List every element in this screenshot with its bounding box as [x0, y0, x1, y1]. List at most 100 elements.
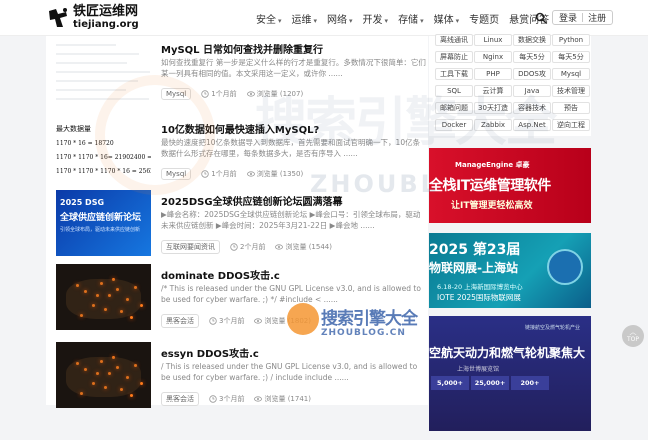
- clock-icon: [201, 170, 211, 178]
- tag-link[interactable]: Asp.Net: [513, 119, 551, 131]
- search-icon[interactable]: [535, 12, 547, 24]
- post-tag[interactable]: 黑客会活: [161, 392, 199, 406]
- tag-link[interactable]: 工具下载: [435, 68, 473, 80]
- nav-label: 网络: [327, 15, 348, 26]
- ad-title: 2025 第23届: [429, 242, 521, 258]
- tag-link[interactable]: Java: [513, 85, 551, 97]
- clock-icon: [201, 90, 211, 98]
- nav-item-2[interactable]: 网络 ▾: [327, 11, 353, 26]
- post-title[interactable]: MySQL 日常如何查找并删除重复行: [161, 41, 323, 56]
- nav-item-3[interactable]: 开发 ▾: [363, 11, 389, 26]
- tag-link[interactable]: 云计算: [474, 85, 512, 97]
- tag-link[interactable]: 数据交换: [513, 34, 551, 46]
- login-link[interactable]: 登录: [559, 11, 577, 24]
- main-nav: 安全 ▾ 运维 ▾ 网络 ▾ 开发 ▾ 存储 ▾ 媒体 ▾ 专题页 悬赏问答: [256, 11, 559, 26]
- banner-year: 2025 DSG: [60, 198, 105, 207]
- post-views: 浏览量 (1802): [254, 316, 311, 326]
- post-tag[interactable]: Mysql: [161, 88, 192, 100]
- ad-venue: 上海世博展览馆: [457, 366, 500, 373]
- back-to-top-button[interactable]: ︿ TOP: [622, 325, 644, 347]
- ad-subtitle: 让IT管理更轻松高效: [451, 201, 533, 211]
- ad-stats: 5,000+ 25,000+ 200+: [431, 376, 551, 390]
- tag-link[interactable]: Linux: [474, 34, 512, 46]
- math-heading: 最大数据量: [56, 125, 91, 133]
- nav-item-6[interactable]: 专题页: [469, 11, 499, 26]
- nav-item-1[interactable]: 运维 ▾: [292, 11, 318, 26]
- math-line: 1170 * 1170 * 16= 21902400 =: [56, 154, 151, 161]
- post-item[interactable]: essyn DDOS攻击.c / This is released under t…: [56, 340, 428, 440]
- post-time: 2个月前: [230, 242, 265, 252]
- tag-link[interactable]: 邮箱问题: [435, 102, 473, 114]
- nav-label: 开发: [362, 15, 383, 26]
- post-tag[interactable]: 互联网要闻资讯: [161, 240, 220, 254]
- post-meta: Mysql 1个月前 浏览量 (1207): [161, 88, 313, 100]
- post-time-text: 1个月前: [211, 90, 237, 98]
- register-link[interactable]: 注册: [588, 11, 606, 24]
- tag-link[interactable]: 容器技术: [513, 102, 551, 114]
- post-views-text: 浏览量 (1802): [264, 317, 311, 325]
- post-title[interactable]: essyn DDOS攻击.c: [161, 345, 259, 360]
- nav-item-5[interactable]: 媒体 ▾: [434, 11, 460, 26]
- post-thumbnail[interactable]: [56, 342, 151, 408]
- tag-link[interactable]: 技术管理: [552, 85, 590, 97]
- ad-date: 6.18-20 上海新国际博览中心: [437, 283, 523, 291]
- tag-link[interactable]: DDOS攻: [513, 68, 551, 80]
- tag-link[interactable]: 每天5分: [513, 51, 551, 63]
- post-title[interactable]: 2025DSG全球供应链创新论坛圆满落幕: [161, 193, 343, 208]
- ad-aerospace[interactable]: 链接航空及燃气轮机产业 空航天动力和燃气轮机聚焦大 上海世博展览馆 5,000+…: [429, 316, 591, 431]
- post-tag[interactable]: Mysql: [161, 168, 192, 180]
- auth-separator: |: [581, 12, 585, 23]
- tag-link[interactable]: 离线通讯: [435, 34, 473, 46]
- chevron-down-icon: ▾: [420, 17, 424, 25]
- post-time: 1个月前: [201, 169, 237, 179]
- post-time-text: 2个月前: [240, 243, 266, 251]
- tag-link[interactable]: 预告: [552, 102, 590, 114]
- post-meta: 黑客会活 3个月前 浏览量 (1802): [161, 314, 321, 328]
- nav-label: 专题页: [469, 15, 500, 26]
- post-title[interactable]: dominate DDOS攻击.c: [161, 267, 280, 282]
- tag-link[interactable]: 屏幕防止: [435, 51, 473, 63]
- tag-link[interactable]: 逆向工程: [552, 119, 590, 131]
- ad-manageengine[interactable]: ManageEngine 卓豪 全栈IT运维管理软件 让IT管理更轻松高效: [429, 148, 591, 223]
- eye-icon: [275, 243, 285, 251]
- ad-title: 空航天动力和燃气轮机聚焦大: [429, 346, 586, 360]
- post-thumbnail[interactable]: 2025 DSG 全球供应链创新论坛 引领全球布局，驱动未来供应链创新: [56, 190, 151, 256]
- tag-link[interactable]: Docker: [435, 119, 473, 131]
- clock-icon: [209, 395, 219, 403]
- post-time: 3个月前: [209, 394, 244, 404]
- tag-link[interactable]: 30天打造: [474, 102, 512, 114]
- tag-link[interactable]: PHP: [474, 68, 512, 80]
- nav-item-0[interactable]: 安全 ▾: [256, 11, 282, 26]
- post-thumbnail[interactable]: [56, 264, 151, 330]
- post-views-text: 浏览量 (1350): [256, 170, 304, 178]
- post-thumbnail[interactable]: 最大数据量 1170 * 16 = 18720 1170 * 1170 * 16= …: [56, 118, 151, 184]
- site-logo[interactable]: 铁匠运维网 tiejiang.org: [46, 5, 139, 30]
- ad-stat: 5,000+: [431, 376, 469, 390]
- post-views: 浏览量 (1741): [254, 394, 311, 404]
- post-excerpt: 最快的速度把10亿条数据导入到数据库，首先需要和面试官明确一下，10亿条数据什么…: [161, 138, 421, 158]
- tag-link[interactable]: Nginx: [474, 51, 512, 63]
- tag-link[interactable]: Python: [552, 34, 590, 46]
- tag-link[interactable]: 每天5分: [552, 51, 590, 63]
- site-name: 铁匠运维网: [73, 4, 139, 19]
- tag-link[interactable]: Mysql: [552, 68, 590, 80]
- nav-label: 存储: [398, 15, 419, 26]
- post-views: 浏览量 (1350): [246, 169, 304, 179]
- tag-link[interactable]: Zabbix: [474, 119, 512, 131]
- tag-link[interactable]: SQL: [435, 85, 473, 97]
- math-line: 1170 * 1170 * 1170 * 16 = 2562: [56, 168, 151, 175]
- clock-icon: [209, 317, 219, 325]
- chevron-down-icon: ▾: [455, 17, 460, 25]
- up-arrow-icon: ︿: [629, 328, 637, 336]
- tag-cloud: 离线通讯 Linux 数据交换 Python 屏幕防止 Nginx 每天5分 每天5分 工具下载…: [429, 34, 591, 136]
- eye-icon: [246, 90, 257, 98]
- post-thumbnail[interactable]: [56, 38, 151, 104]
- post-title[interactable]: 10亿数据如何最快速插入MySQL?: [161, 121, 319, 136]
- post-views-text: 浏览量 (1741): [264, 395, 311, 403]
- post-excerpt: 如何查找重复行 第一步是定义什么样的行才是重复行。多数情况下很简单：它们某一列具…: [161, 58, 426, 78]
- ad-iote[interactable]: 2025 第23届 物联网展-上海站 6.18-20 上海新国际博览中心 IOT…: [429, 233, 591, 308]
- site-domain: tiejiang.org: [73, 19, 139, 30]
- post-tag[interactable]: 黑客会活: [161, 314, 199, 328]
- nav-label: 运维: [291, 15, 312, 26]
- nav-item-4[interactable]: 存储 ▾: [398, 11, 424, 26]
